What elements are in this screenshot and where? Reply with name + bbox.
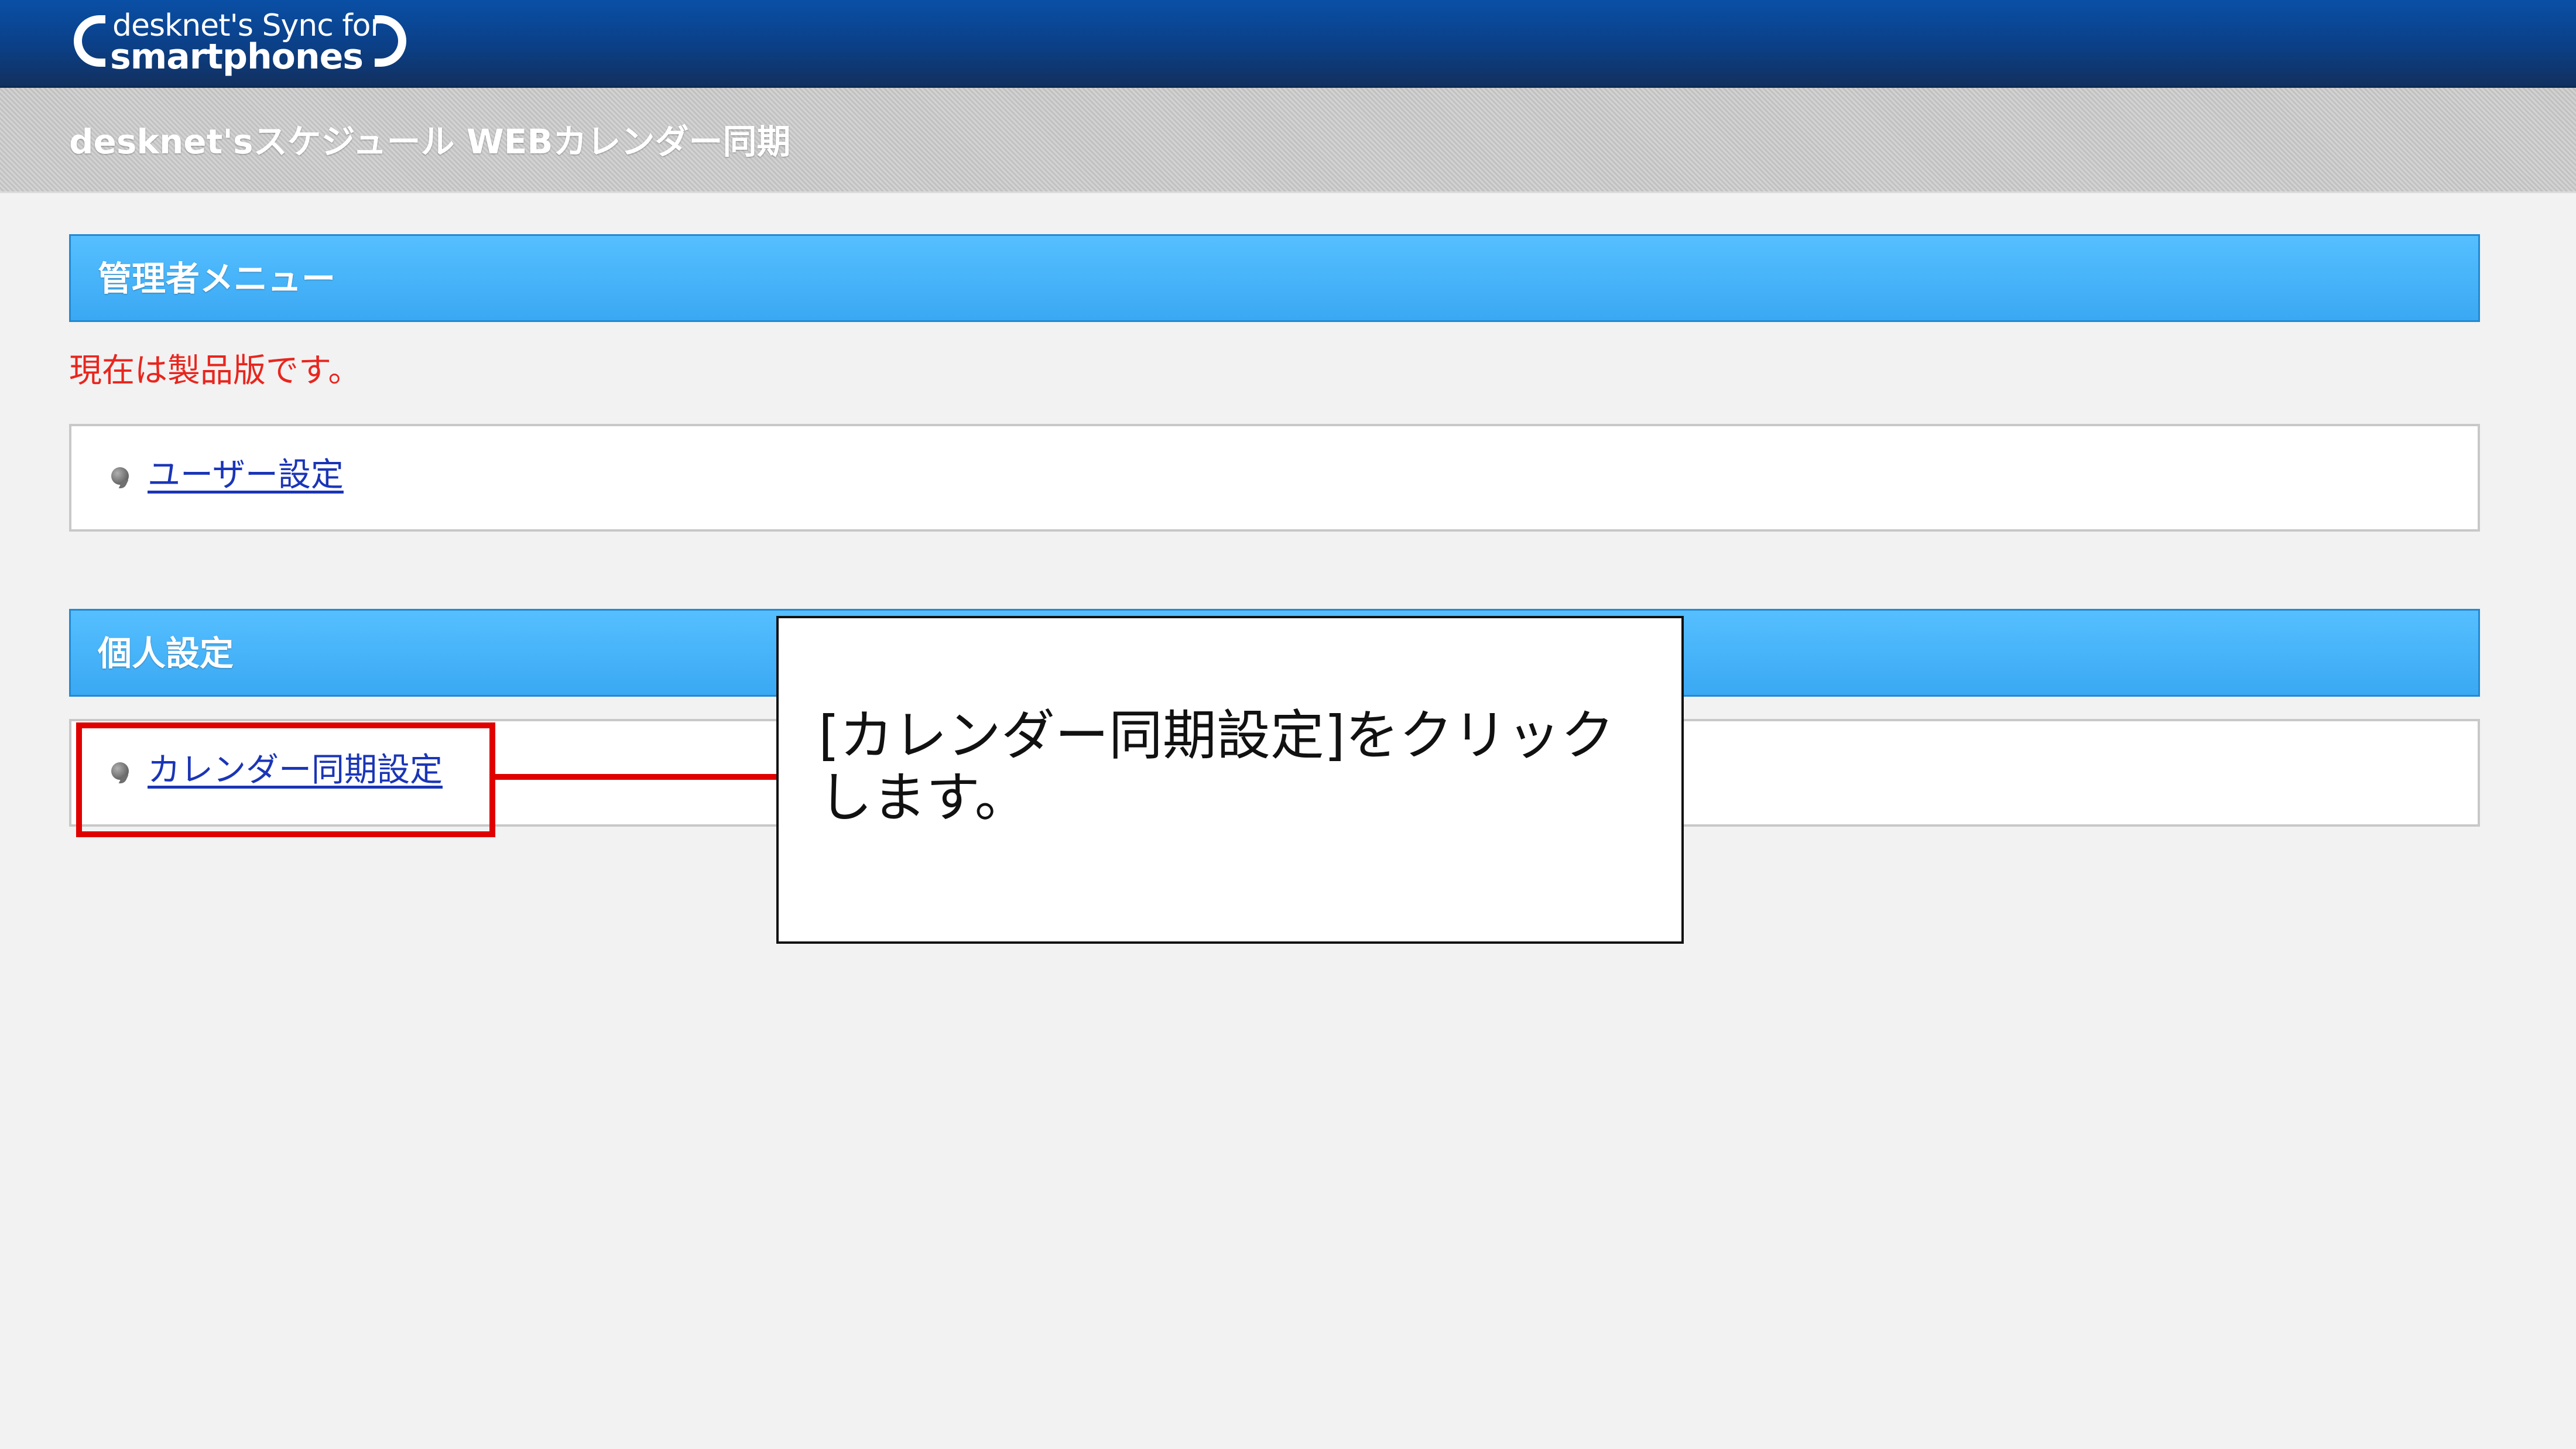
calendar-sync-settings-link[interactable]: カレンダー同期設定 [148,747,443,794]
license-status-notice: 現在は製品版です。 [69,352,361,390]
annotation-connector-line [495,774,777,780]
page-title-bar: desknet'sスケジュール WEBカレンダー同期 [0,88,2576,193]
sync-arrow-right-icon [375,15,406,67]
admin-menu-title: 管理者メニュー [98,259,336,299]
admin-menu-link-list: ユーザー設定 [69,424,2480,532]
page-title: desknet'sスケジュール WEBカレンダー同期 [69,122,791,162]
user-settings-link[interactable]: ユーザー設定 [148,452,344,499]
annotation-callout: [カレンダー同期設定]をクリックします。 [776,616,1684,944]
annotation-callout-text: [カレンダー同期設定]をクリックします。 [818,704,1615,829]
top-brand-bar: desknet's Sync for smartphones [0,0,2576,88]
bullet-icon [111,467,129,485]
desknets-sync-logo[interactable]: desknet's Sync for smartphones [70,6,422,76]
sync-arrow-left-icon [74,15,105,67]
logo-line-2: smartphones [110,36,364,77]
personal-settings-title: 個人設定 [98,633,234,673]
admin-menu-header: 管理者メニュー [69,234,2480,322]
bullet-icon [111,762,129,780]
